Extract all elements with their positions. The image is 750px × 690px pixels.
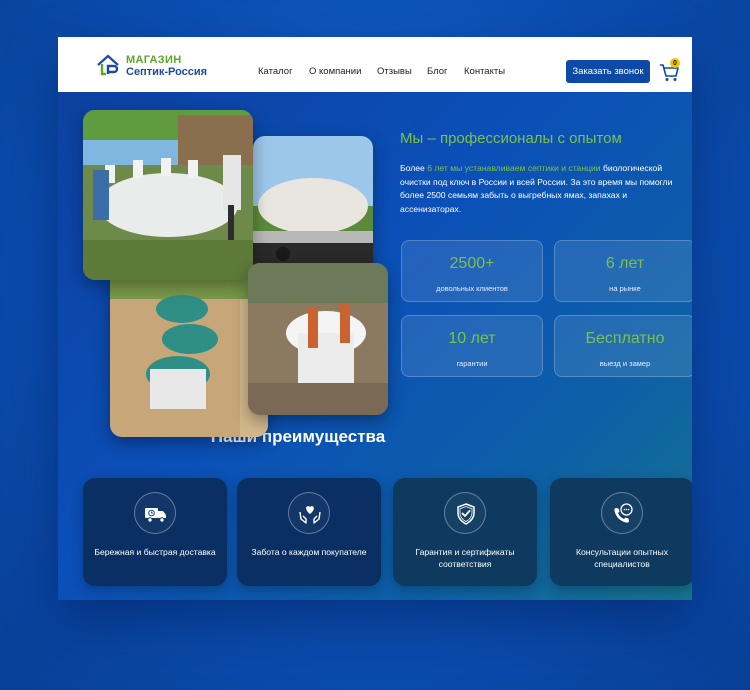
advantage-label: Гарантия и сертификаты соответствия [415, 547, 515, 569]
photo-tanks-in-pit [110, 269, 268, 437]
stat-label: на рынке [609, 284, 641, 293]
cart-count-badge: 0 [670, 58, 680, 68]
stat-label: довольных клиентов [436, 284, 508, 293]
photo-septic-tank-install [83, 110, 253, 280]
stat-value: 6 лет [605, 255, 645, 272]
hero-text-prefix: Более [400, 163, 428, 173]
advantage-card-consultation: Консультации опытных специалистов [550, 478, 692, 586]
stat-card-warranty: 10 лет гарантии [401, 315, 543, 377]
advantage-label: Бережная и быстрая доставка [94, 547, 216, 557]
logo[interactable]: МАГАЗИН Септик-Россия [96, 50, 208, 82]
order-call-button[interactable]: Заказать звонок [566, 60, 650, 83]
nav-item-contacts[interactable]: Контакты [464, 66, 505, 77]
nav-item-about[interactable]: О компании [309, 66, 361, 77]
hero-text-highlight: 6 лет мы устанавливаем септики и станции [427, 163, 601, 173]
advantage-card-delivery: Бережная и быстрая доставка [83, 478, 227, 586]
hero-description: Более 6 лет мы устанавливаем септики и с… [400, 162, 690, 216]
stat-card-years: 6 лет на рынке [554, 240, 692, 302]
stat-label: выезд и замер [599, 359, 651, 368]
heart-hands-icon [288, 492, 330, 534]
phone-chat-icon [601, 492, 643, 534]
nav-item-catalog[interactable]: Каталог [258, 66, 293, 77]
photo-tank-installation-closeup [248, 263, 388, 415]
stat-label: гарантии [456, 359, 488, 368]
stat-card-free-visit: Бесплатно выезд и замер [554, 315, 692, 377]
logo-text-top: МАГАЗИН [126, 54, 182, 66]
stat-value: Бесплатно [585, 330, 665, 347]
advantage-label: Консультации опытных специалистов [575, 547, 669, 569]
advantage-label: Забота о каждом покупателе [251, 547, 367, 557]
advantage-card-care: Забота о каждом покупателе [237, 478, 381, 586]
shield-check-icon [444, 492, 486, 534]
nav-item-reviews[interactable]: Отзывы [377, 66, 412, 77]
hero-title: Мы – профессионалы с опытом [400, 130, 622, 147]
photo-tank-on-truck [253, 136, 373, 276]
advantage-card-guarantee: Гарантия и сертификаты соответствия [393, 478, 537, 586]
stat-value: 2500+ [449, 255, 495, 272]
delivery-truck-icon [134, 492, 176, 534]
stat-value: 10 лет [448, 330, 496, 347]
site-header: МАГАЗИН Септик-Россия Каталог О компании… [58, 37, 692, 92]
page-frame: МАГАЗИН Септик-Россия Каталог О компании… [58, 37, 692, 600]
logo-text-bottom: Септик-Россия [126, 66, 208, 78]
stat-card-clients: 2500+ довольных клиентов [401, 240, 543, 302]
house-logo-icon [97, 54, 119, 76]
nav-item-blog[interactable]: Блог [427, 66, 448, 77]
